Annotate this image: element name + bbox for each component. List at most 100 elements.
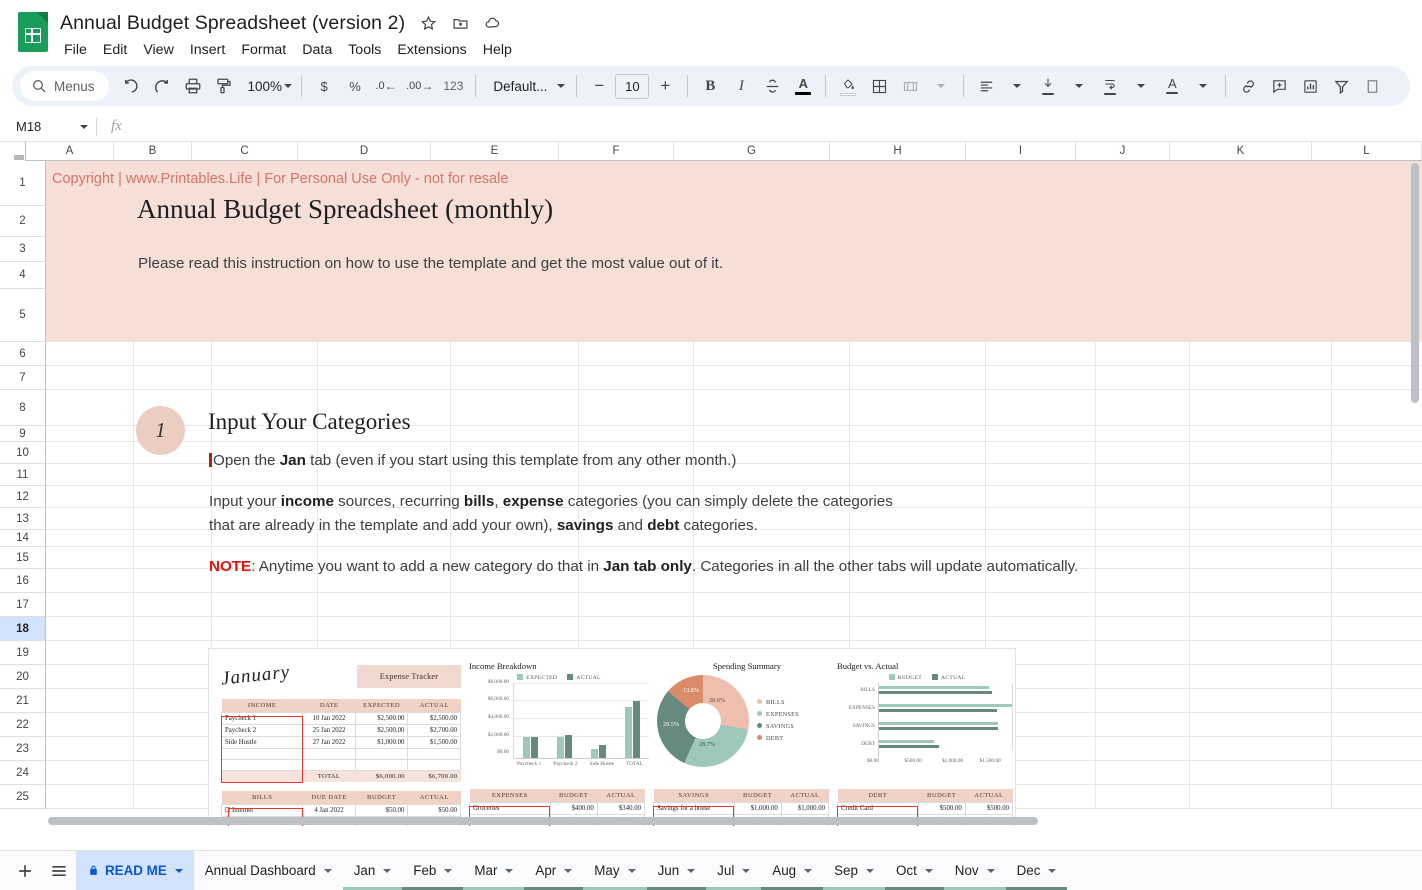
column-header-f[interactable]: F <box>559 142 674 160</box>
italic-button[interactable]: I <box>726 71 756 101</box>
template-preview-image[interactable]: January Expense Tracker INCOMEDATEEXPECT… <box>208 648 1016 826</box>
row-header-14[interactable]: 14 <box>0 530 45 547</box>
sheet-tab-mar[interactable]: Mar <box>463 851 524 890</box>
chevron-down-icon[interactable] <box>80 125 88 129</box>
insert-comment-button[interactable] <box>1264 71 1294 101</box>
currency-format-button[interactable]: $ <box>309 71 339 101</box>
paint-format-button[interactable] <box>209 71 239 101</box>
row-header-4[interactable]: 4 <box>0 262 45 289</box>
vertical-scrollbar[interactable] <box>1408 161 1422 814</box>
vertical-align-dropdown[interactable] <box>1064 71 1094 101</box>
menu-tools[interactable]: Tools <box>340 39 389 61</box>
menu-file[interactable]: File <box>56 39 95 61</box>
chevron-down-icon[interactable] <box>687 869 695 873</box>
more-formats-button[interactable]: 123 <box>438 71 468 101</box>
row-header-21[interactable]: 21 <box>0 689 45 713</box>
sheet-tab-oct[interactable]: Oct <box>885 851 944 890</box>
cloud-saved-icon[interactable] <box>484 14 502 32</box>
move-to-folder-icon[interactable] <box>452 15 469 32</box>
sheet-tab-dec[interactable]: Dec <box>1006 851 1068 890</box>
chevron-down-icon[interactable] <box>383 869 391 873</box>
redo-button[interactable] <box>147 71 177 101</box>
row-header-20[interactable]: 20 <box>0 665 45 689</box>
row-header-13[interactable]: 13 <box>0 508 45 530</box>
decrease-font-size-button[interactable]: − <box>584 71 614 101</box>
vertical-align-button[interactable] <box>1033 71 1063 101</box>
chevron-down-icon[interactable] <box>866 869 874 873</box>
create-filter-button[interactable] <box>1326 71 1356 101</box>
column-header-i[interactable]: I <box>966 142 1076 160</box>
row-header-9[interactable]: 9 <box>0 426 45 442</box>
add-sheet-button[interactable] <box>8 854 42 888</box>
sheet-tab-may[interactable]: May <box>583 851 646 890</box>
chevron-down-icon[interactable] <box>175 869 183 873</box>
menu-insert[interactable]: Insert <box>182 39 233 61</box>
row-header-2[interactable]: 2 <box>0 206 45 237</box>
select-all-corner[interactable] <box>0 142 26 161</box>
sheet-tab-feb[interactable]: Feb <box>402 851 463 890</box>
row-header-3[interactable]: 3 <box>0 237 45 262</box>
merge-options-dropdown[interactable] <box>926 71 956 101</box>
sheet-tab-aug[interactable]: Aug <box>761 851 823 890</box>
column-header-b[interactable]: B <box>114 142 192 160</box>
column-header-l[interactable]: L <box>1312 142 1422 160</box>
row-header-23[interactable]: 23 <box>0 737 45 761</box>
sheet-tab-jul[interactable]: Jul <box>706 851 761 890</box>
column-header-j[interactable]: J <box>1076 142 1170 160</box>
text-rotation-button[interactable]: A <box>1157 71 1187 101</box>
row-header-16[interactable]: 16 <box>0 569 45 593</box>
font-family-selector[interactable]: Default... <box>483 79 569 94</box>
chevron-down-icon[interactable] <box>1048 869 1056 873</box>
chevron-down-icon[interactable] <box>628 869 636 873</box>
fill-color-button[interactable] <box>833 71 863 101</box>
horizontal-align-button[interactable] <box>971 71 1001 101</box>
sheet-tab-jan[interactable]: Jan <box>343 851 403 890</box>
all-sheets-button[interactable] <box>42 854 76 888</box>
row-header-5[interactable]: 5 <box>0 289 45 342</box>
chevron-down-icon[interactable] <box>324 869 332 873</box>
row-header-18[interactable]: 18 <box>0 617 45 641</box>
document-title[interactable]: Annual Budget Spreadsheet (version 2) <box>60 12 405 35</box>
row-header-8[interactable]: 8 <box>0 390 45 426</box>
row-header-15[interactable]: 15 <box>0 547 45 569</box>
chevron-down-icon[interactable] <box>987 869 995 873</box>
sheet-tab-apr[interactable]: Apr <box>524 851 583 890</box>
row-header-25[interactable]: 25 <box>0 785 45 809</box>
row-header-24[interactable]: 24 <box>0 761 45 785</box>
print-button[interactable] <box>178 71 208 101</box>
menu-extensions[interactable]: Extensions <box>389 39 474 61</box>
text-rotation-dropdown[interactable] <box>1188 71 1218 101</box>
row-header-19[interactable]: 19 <box>0 641 45 665</box>
column-header-k[interactable]: K <box>1170 142 1312 160</box>
menu-format[interactable]: Format <box>233 39 294 61</box>
bold-button[interactable]: B <box>695 71 725 101</box>
sheet-cells-area[interactable]: Copyright | www.Printables.Life | For Pe… <box>46 161 1422 809</box>
zoom-control[interactable]: 100% <box>240 79 295 94</box>
borders-button[interactable] <box>864 71 894 101</box>
font-size-input[interactable]: 10 <box>615 74 649 99</box>
column-header-a[interactable]: A <box>26 142 114 160</box>
row-header-22[interactable]: 22 <box>0 713 45 737</box>
horizontal-align-dropdown[interactable] <box>1002 71 1032 101</box>
row-header-12[interactable]: 12 <box>0 486 45 508</box>
row-header-6[interactable]: 6 <box>0 342 45 366</box>
text-wrap-dropdown[interactable] <box>1126 71 1156 101</box>
row-header-11[interactable]: 11 <box>0 464 45 486</box>
horizontal-scrollbar[interactable] <box>46 814 1408 826</box>
text-color-button[interactable]: A <box>788 71 818 101</box>
column-header-e[interactable]: E <box>431 142 559 160</box>
undo-button[interactable] <box>116 71 146 101</box>
checkbox-icon[interactable] <box>225 807 230 812</box>
merge-cells-button[interactable] <box>895 71 925 101</box>
column-header-c[interactable]: C <box>192 142 298 160</box>
menu-help[interactable]: Help <box>475 39 520 61</box>
percent-format-button[interactable]: % <box>340 71 370 101</box>
functions-button[interactable] <box>1357 71 1387 101</box>
star-icon[interactable] <box>420 15 437 32</box>
column-header-h[interactable]: H <box>830 142 966 160</box>
strikethrough-button[interactable] <box>757 71 787 101</box>
menu-edit[interactable]: Edit <box>95 39 135 61</box>
chevron-down-icon[interactable] <box>444 869 452 873</box>
increase-font-size-button[interactable]: + <box>650 71 680 101</box>
insert-chart-button[interactable] <box>1295 71 1325 101</box>
